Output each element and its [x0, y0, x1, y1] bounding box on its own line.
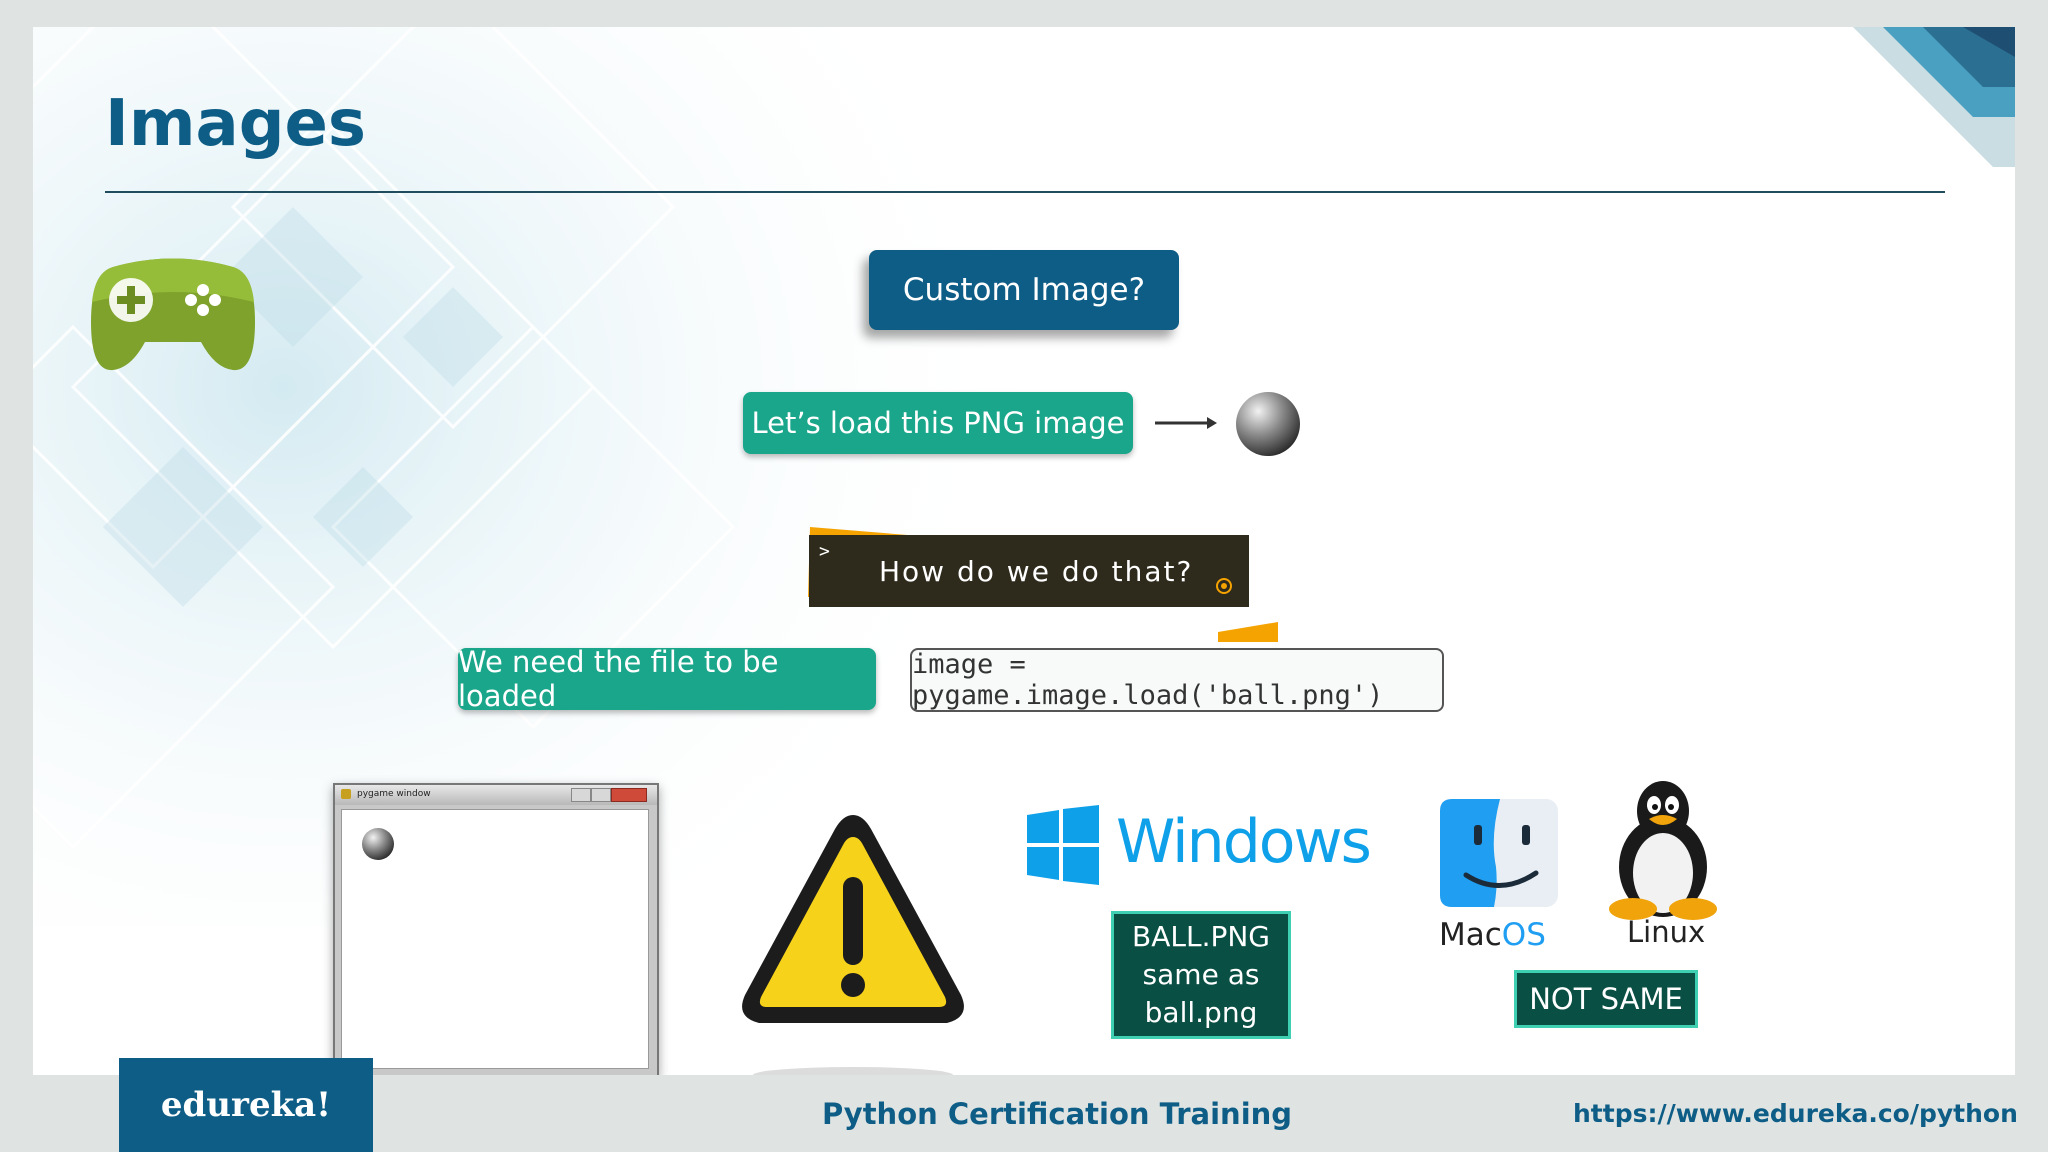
course-url-link[interactable]: https://www.edureka.co/python — [1573, 1099, 2018, 1128]
window-app-icon — [341, 789, 351, 799]
title-divider — [105, 191, 1945, 193]
macos-finder-icon — [1440, 799, 1558, 907]
linux-label: Linux — [1627, 915, 1706, 949]
record-dot-icon — [1216, 578, 1232, 594]
window-minimize-button[interactable] — [571, 788, 591, 802]
file-loaded-box: We need the file to be loaded — [458, 645, 876, 713]
windows-note-line-3: ball.png — [1144, 996, 1258, 1029]
load-png-box: Let’s load this PNG image — [743, 392, 1133, 454]
ball-icon — [1236, 392, 1300, 456]
windows-logo-icon — [1027, 805, 1099, 885]
macos-label-os: OS — [1501, 917, 1546, 953]
windows-label: Windows — [1116, 807, 1372, 877]
corner-decoration — [1853, 27, 2015, 167]
window-close-button[interactable] — [611, 788, 647, 802]
window-title: pygame window — [357, 789, 431, 799]
slide: Images Custom Image? Let’s load this PNG… — [33, 27, 2015, 1075]
windows-note-line-1: BALL.PNG — [1132, 920, 1270, 953]
course-title: Python Certification Training — [822, 1097, 1293, 1131]
pygame-window: pygame window — [333, 783, 659, 1075]
code-box: image = pygame.image.load('ball.png') — [910, 648, 1444, 712]
window-titlebar: pygame window — [335, 785, 657, 805]
question-box: > How do we do that? — [809, 535, 1249, 607]
edureka-logo: edureka! — [119, 1058, 373, 1152]
custom-image-box: Custom Image? — [869, 250, 1179, 330]
not-same-box: NOT SAME — [1514, 970, 1698, 1028]
macos-label-mac: Mac — [1439, 917, 1502, 953]
gamepad-icon — [91, 258, 255, 371]
linux-tux-icon — [1609, 781, 1717, 920]
window-maximize-button[interactable] — [591, 788, 611, 802]
question-text: How do we do that? — [879, 555, 1194, 588]
warning-icon — [742, 815, 964, 1075]
window-canvas — [341, 809, 649, 1069]
prompt-symbol: > — [819, 541, 830, 562]
ball-sprite-icon — [362, 828, 394, 860]
windows-note-box: BALL.PNG same as ball.png — [1111, 911, 1291, 1039]
slide-title: Images — [105, 87, 366, 161]
macos-label: MacOS — [1439, 917, 1546, 953]
windows-note-line-2: same as — [1142, 958, 1260, 991]
arrow-right-icon — [1155, 417, 1217, 429]
